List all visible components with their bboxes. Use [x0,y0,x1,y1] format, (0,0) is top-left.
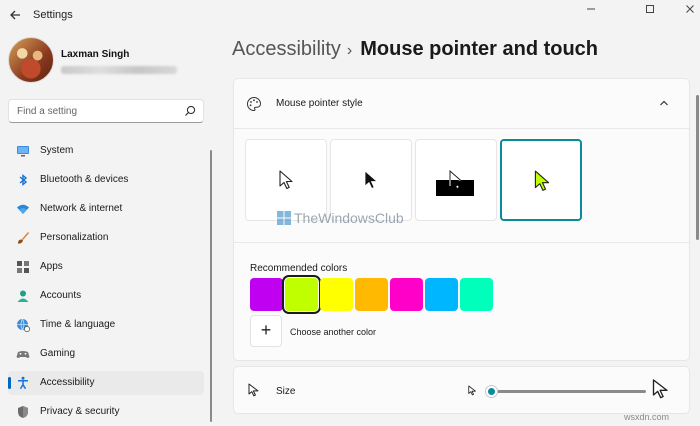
sidebar-scrollbar[interactable] [210,150,212,422]
choose-another-color-label: Choose another color [290,327,377,337]
accessibility-icon [18,376,28,390]
watermark-text: TheWindowsClub [294,210,404,226]
minimize-button[interactable] [569,0,613,22]
small-cursor-icon [468,385,476,396]
sidebar-item-label: Privacy & security [40,406,120,417]
sidebar-item-gaming[interactable]: Gaming [8,342,204,366]
avatar[interactable] [8,37,54,83]
pointer-style-custom[interactable] [500,139,582,221]
wifi-icon [17,204,29,214]
large-cursor-icon [652,379,668,399]
page-title: Mouse pointer and touch [360,38,599,60]
color-swatch-lime[interactable] [282,275,321,314]
globe-clock-icon [17,318,30,332]
monitor-icon [17,146,29,157]
choose-another-color-button[interactable]: + [250,315,282,347]
windows-logo-icon [277,211,291,225]
user-name: Laxman Singh [61,49,130,60]
color-swatch-magenta[interactable] [390,278,423,311]
sidebar-item-label: Apps [40,261,63,272]
arrow-left-icon [10,10,20,20]
app-title: Settings [33,9,73,21]
inverted-cursor-icon [436,170,474,196]
mouse-pointer-style-label: Mouse pointer style [276,98,363,109]
mouse-pointer-style-header[interactable]: Mouse pointer style [234,79,689,129]
sidebar-item-network[interactable]: Network & internet [8,197,204,221]
palette-icon [247,96,262,112]
size-label: Size [276,386,296,397]
sidebar-item-label: Network & internet [40,203,123,214]
breadcrumb-parent[interactable]: Accessibility [232,38,341,60]
sidebar-item-time-language[interactable]: Time & language [8,313,204,337]
close-button[interactable] [668,0,700,22]
shield-icon [18,406,28,418]
sidebar-item-label: Accounts [40,290,82,301]
cursor-size-icon [248,383,259,397]
sidebar-item-privacy-security[interactable]: Privacy & security [8,400,204,424]
sidebar-nav: System Bluetooth & devices Network & int… [8,139,204,426]
chevron-up-icon[interactable] [659,98,669,108]
color-swatch-teal[interactable] [460,278,493,311]
title-bar: Settings [0,0,700,30]
back-button[interactable] [6,6,24,24]
recommended-colors-label: Recommended colors [250,263,348,274]
black-cursor-icon [364,170,378,189]
pointer-style-black[interactable] [330,139,412,221]
card-divider [234,242,689,243]
sidebar-item-label: System [40,145,74,156]
watermark: TheWindowsClub [276,210,404,226]
maximize-icon [646,5,654,13]
color-swatch-orange[interactable] [355,278,388,311]
close-icon [686,5,694,13]
sidebar-item-label: Time & language [40,319,116,330]
sidebar-item-personalization[interactable]: Personalization [8,226,204,250]
breadcrumb-separator: › [346,42,353,59]
size-card: Size [233,366,690,414]
person-icon [17,290,29,302]
white-cursor-icon [279,170,293,190]
maximize-button[interactable] [628,0,672,22]
pointer-style-white[interactable] [245,139,327,221]
sidebar-item-label: Gaming [40,348,76,359]
sidebar-item-accounts[interactable]: Accounts [8,284,204,308]
size-slider[interactable] [486,386,646,397]
user-email-redacted [61,66,177,74]
custom-color-cursor-icon [534,170,550,191]
sidebar-item-apps[interactable]: Apps [8,255,204,279]
sidebar-item-bluetooth[interactable]: Bluetooth & devices [8,168,204,192]
search-icon[interactable] [184,105,196,117]
gamepad-icon [16,351,30,358]
breadcrumb: Accessibility › Mouse pointer and touch [232,38,598,61]
main-scrollbar[interactable] [696,95,699,240]
sidebar-item-system[interactable]: System [8,139,204,163]
color-swatch-blue[interactable] [425,278,458,311]
paintbrush-icon [18,232,29,244]
pointer-style-inverted[interactable] [415,139,497,221]
search-input[interactable] [17,104,177,119]
color-swatch-yellow[interactable] [320,278,353,311]
sidebar-item-label: Bluetooth & devices [40,174,129,185]
color-swatch-purple[interactable] [250,278,283,311]
apps-grid-icon [17,261,29,273]
minimize-icon [587,8,595,10]
footer-watermark: wsxdn.com [624,412,670,422]
search-box[interactable] [8,99,204,123]
sidebar-item-accessibility[interactable]: Accessibility [8,371,204,395]
size-slider-thumb[interactable] [486,386,497,397]
sidebar-item-label: Personalization [40,232,109,243]
sidebar-item-label: Accessibility [40,377,95,388]
bluetooth-icon [19,174,28,186]
